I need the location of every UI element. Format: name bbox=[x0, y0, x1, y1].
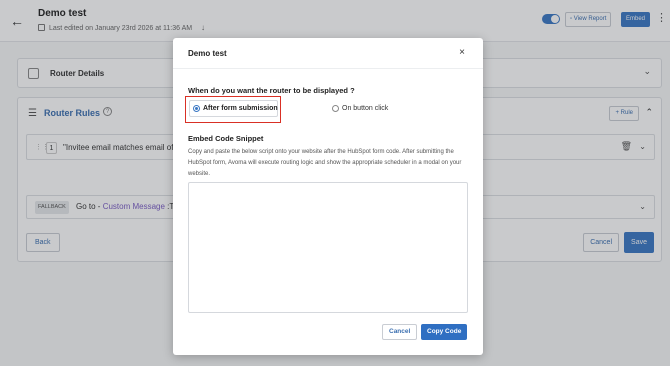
embed-modal: Demo test × When do you want the router … bbox=[173, 38, 483, 355]
modal-cancel-button[interactable]: Cancel bbox=[382, 324, 418, 340]
snippet-description: Copy and paste the below script onto you… bbox=[188, 149, 462, 177]
modal-header: Demo test × bbox=[173, 38, 483, 69]
on-button-click-label[interactable]: On button click bbox=[342, 105, 388, 112]
after-form-submission-radio[interactable] bbox=[193, 105, 200, 112]
copy-code-button[interactable]: Copy Code bbox=[421, 324, 468, 340]
after-form-submission-label[interactable]: After form submission bbox=[203, 105, 278, 112]
modal-title: Demo test bbox=[188, 49, 227, 58]
snippet-title: Embed Code Snippet bbox=[188, 134, 264, 143]
embed-code-textarea[interactable] bbox=[188, 182, 468, 313]
close-icon[interactable]: × bbox=[459, 47, 465, 58]
display-question: When do you want the router to be displa… bbox=[188, 86, 355, 95]
on-button-click-radio[interactable] bbox=[332, 105, 339, 112]
